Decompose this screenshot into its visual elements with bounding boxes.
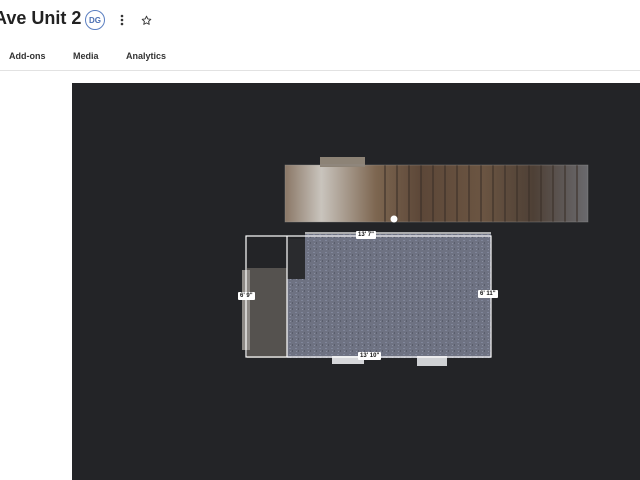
star-icon xyxy=(141,15,151,25)
3d-floorplan-viewer[interactable]: 13' 7" 6' 9" 6' 11" 13' 10" xyxy=(72,83,640,480)
header: Ave Unit 2 DG xyxy=(0,0,640,40)
hallway-model xyxy=(284,157,589,223)
avatar[interactable]: DG xyxy=(85,10,105,30)
room-model xyxy=(242,234,491,366)
tab-bar: Add-ons Media Analytics xyxy=(0,44,640,71)
more-options-button[interactable] xyxy=(114,10,130,30)
floorplan-model xyxy=(242,157,589,366)
more-vertical-icon xyxy=(120,14,124,26)
measurement-label-left: 6' 9" xyxy=(238,292,255,300)
favorite-button[interactable] xyxy=(137,10,155,30)
measurement-label-right: 6' 11" xyxy=(478,290,498,298)
tab-add-ons[interactable]: Add-ons xyxy=(9,51,46,61)
measurement-label-bottom: 13' 10" xyxy=(358,352,382,360)
page-title: Ave Unit 2 xyxy=(0,8,82,28)
tab-media[interactable]: Media xyxy=(73,51,99,61)
measurement-label-top: 13' 7" xyxy=(356,231,376,239)
tab-analytics[interactable]: Analytics xyxy=(126,51,166,61)
